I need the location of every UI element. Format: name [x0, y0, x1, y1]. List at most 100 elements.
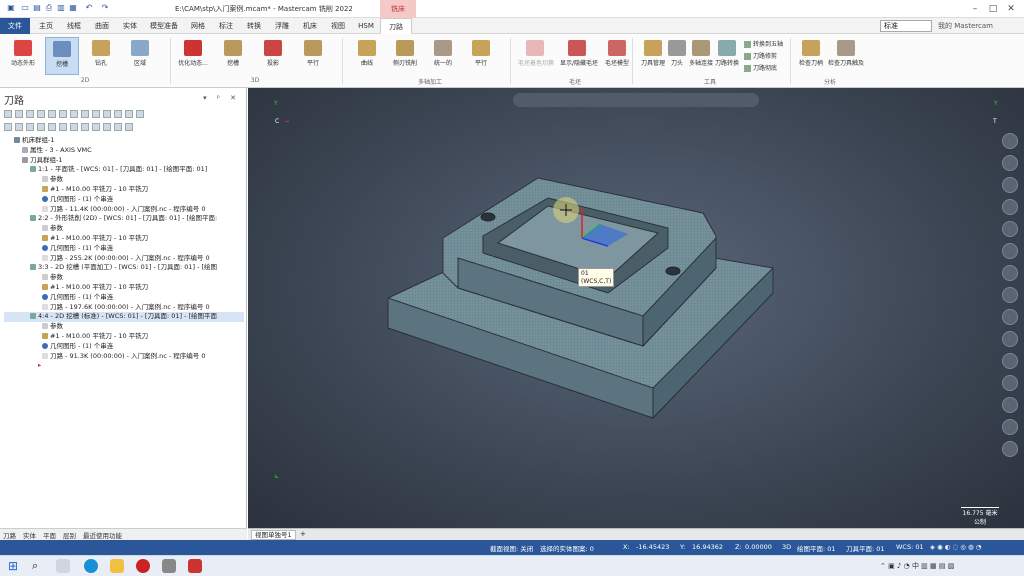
tab-toolpaths[interactable]: 刀路: [380, 18, 412, 34]
tree-params[interactable]: 参数: [4, 224, 244, 234]
tree-tool-group[interactable]: 刀具群组-1: [4, 156, 244, 166]
view-iso-icon[interactable]: [1002, 221, 1018, 237]
tab-model-prep[interactable]: 模型准备: [144, 18, 184, 34]
toolbar-row-1[interactable]: [4, 110, 144, 120]
minimize-icon[interactable]: –: [968, 2, 982, 16]
graphics-viewport[interactable]: Y C → Y T ⊾ 01 (WCS,C,T) 16.775 毫米 公制: [248, 88, 1024, 528]
section-icon[interactable]: [1002, 375, 1018, 391]
unified-button[interactable]: 统一的: [426, 37, 460, 75]
tree-tool[interactable]: #1 - M10.00 平铣刀 - 10 平铣刀: [4, 283, 244, 293]
part-model[interactable]: [248, 88, 1024, 528]
tree-params[interactable]: 参数: [4, 175, 244, 185]
tab-view[interactable]: 视图: [324, 18, 352, 34]
tree-operation-3[interactable]: 3:3 - 2D 挖槽 (平面加工) - [WCS: 01] - [刀具面: 0…: [4, 263, 244, 273]
tab-dimension[interactable]: 标注: [212, 18, 240, 34]
swarf-button[interactable]: 侧刃铣削: [388, 37, 422, 75]
rotate-icon[interactable]: [1002, 199, 1018, 215]
tab-machine[interactable]: 机床: [296, 18, 324, 34]
tab-wireframe[interactable]: 线框: [60, 18, 88, 34]
dynamic-contour-button[interactable]: 动态外形: [6, 37, 40, 75]
tree-geometry[interactable]: 几何图形 - (1) 个串连: [4, 244, 244, 254]
tab-file[interactable]: 文件: [0, 18, 30, 34]
stock-display-button[interactable]: 显示/隐藏毛坯: [560, 37, 598, 75]
tree-geometry[interactable]: 几何图形 - (1) 个串连: [4, 195, 244, 205]
pocket-3d-button[interactable]: 挖槽: [216, 37, 250, 75]
curve-button[interactable]: 曲线: [350, 37, 384, 75]
parallel-multi-button[interactable]: 平行: [464, 37, 498, 75]
recorder-icon[interactable]: [136, 559, 150, 573]
add-viewsheet-icon[interactable]: +: [300, 530, 306, 538]
drill-button[interactable]: 钻孔: [84, 37, 118, 75]
tree-properties[interactable]: 属性 - 3 - AXIS VMC: [4, 146, 244, 156]
tree-toolpath[interactable]: 刀路 - 255.2K (00:00:00) - 入门案例.nc - 程序编号 …: [4, 254, 244, 264]
tree-geometry[interactable]: 几何图形 - (1) 个串连: [4, 293, 244, 303]
tree-operation-2[interactable]: 2:2 - 外形铣削 (2D) - [WCS: 01] - [刀具面: 01] …: [4, 214, 244, 224]
tab-toolpaths-panel[interactable]: 刀路: [3, 530, 16, 540]
tab-mesh[interactable]: 网格: [184, 18, 212, 34]
zoom-in-icon[interactable]: [1002, 133, 1018, 149]
tree-machine-group[interactable]: 机床群组-1: [4, 136, 244, 146]
search-icon[interactable]: ⌕: [32, 559, 46, 573]
tree-params[interactable]: 参数: [4, 273, 244, 283]
my-mastercam-link[interactable]: 我的 Mastercam: [938, 18, 993, 34]
optirough-button[interactable]: 优化动态...: [176, 37, 210, 75]
tray-icons[interactable]: ⌃ ▣ ♪ ◔ 中 ▥ ▦ ▤ ▧: [880, 561, 954, 571]
undo-icon[interactable]: ↶: [84, 3, 94, 13]
trim-toolpath-button[interactable]: 刀路修剪: [744, 51, 777, 60]
check-reach-button[interactable]: 检查刀具触及: [826, 37, 866, 75]
mode-3d[interactable]: 3D: [782, 543, 791, 551]
view-right-icon[interactable]: [1002, 287, 1018, 303]
print-icon[interactable]: ⎙: [44, 3, 54, 13]
fit-icon[interactable]: [1002, 177, 1018, 193]
open-icon[interactable]: ▦: [68, 3, 78, 13]
wireframe-icon[interactable]: [1002, 331, 1018, 347]
view-top-icon[interactable]: [1002, 243, 1018, 259]
tab-transform[interactable]: 转换: [240, 18, 268, 34]
stock-shading-button[interactable]: 毛坯着色切换: [518, 37, 554, 75]
project-button[interactable]: 投影: [256, 37, 290, 75]
task-view-icon[interactable]: [56, 559, 70, 573]
layer-select[interactable]: 标准: [880, 20, 932, 32]
tab-home[interactable]: 主页: [32, 18, 60, 34]
pocket-2d-button[interactable]: 挖槽: [45, 37, 79, 75]
mastercam-icon[interactable]: [188, 559, 202, 573]
area-button[interactable]: 区域: [123, 37, 157, 75]
display-icon[interactable]: [1002, 397, 1018, 413]
tree-operation-4[interactable]: 4:4 - 2D 挖槽 (标准) - [WCS: 01] - [刀具面: 01]…: [4, 312, 244, 323]
tab-relief[interactable]: 浮雕: [268, 18, 296, 34]
gnomon-icon[interactable]: [1002, 419, 1018, 435]
redo-icon[interactable]: ↷: [100, 3, 110, 13]
tool-plane-status[interactable]: 刀具平面: 01: [846, 543, 885, 553]
shade-icon[interactable]: [1002, 309, 1018, 325]
viewsheet-tab[interactable]: 视图单独号1: [251, 530, 296, 540]
tree-operation-1[interactable]: 1:1 - 平面铣 - [WCS: 01] - [刀具面: 01] - [绘图平…: [4, 165, 244, 175]
tab-solids[interactable]: 实体: [116, 18, 144, 34]
status-icons[interactable]: ◈ ◉ ◐ ◌ ◎ ◍ ◔: [930, 543, 981, 551]
check-holder-button[interactable]: 检查刀柄: [794, 37, 828, 75]
tab-levels-panel[interactable]: 层别: [63, 530, 76, 540]
new-file-icon[interactable]: ▭: [20, 3, 30, 13]
save-as-icon[interactable]: ▥: [56, 3, 66, 13]
tab-hsm[interactable]: HSM: [352, 18, 380, 34]
toolbar-row-2[interactable]: [4, 123, 133, 133]
convert-5axis-button[interactable]: 转换到五轴: [744, 39, 783, 48]
tree-toolpath[interactable]: 刀路 - 91.3K (00:00:00) - 入门案例.nc - 程序编号 0: [4, 352, 244, 362]
tree-params[interactable]: 参数: [4, 322, 244, 332]
tree-toolpath[interactable]: 刀路 - 11.4K (00:00:00) - 入门案例.nc - 程序编号 0: [4, 205, 244, 215]
tree-tool[interactable]: #1 - M10.00 平铣刀 - 10 平铣刀: [4, 332, 244, 342]
stock-model-button[interactable]: 毛坯模型: [600, 37, 634, 75]
tab-solids-panel[interactable]: 实体: [23, 530, 36, 540]
tab-planes-panel[interactable]: 平面: [43, 530, 56, 540]
tree-tool[interactable]: #1 - M10.00 平铣刀 - 10 平铣刀: [4, 185, 244, 195]
section-view-status[interactable]: 截面视图: 关闭: [490, 543, 533, 553]
globe-icon[interactable]: [1002, 441, 1018, 457]
panel-window-buttons[interactable]: ▾ ᵖ ✕: [203, 94, 240, 102]
tree-tool[interactable]: #1 - M10.00 平铣刀 - 10 平铣刀: [4, 234, 244, 244]
plane-status[interactable]: 绘图平面: 01: [797, 543, 836, 553]
tab-surfaces[interactable]: 曲面: [88, 18, 116, 34]
tab-recent-panel[interactable]: 最近使用功能: [83, 530, 122, 540]
edge-icon[interactable]: [84, 559, 98, 573]
explorer-icon[interactable]: [110, 559, 124, 573]
tree-toolpath[interactable]: 刀路 - 197.6K (00:00:00) - 入门案例.nc - 程序编号 …: [4, 303, 244, 313]
maximize-icon[interactable]: □: [986, 2, 1000, 16]
